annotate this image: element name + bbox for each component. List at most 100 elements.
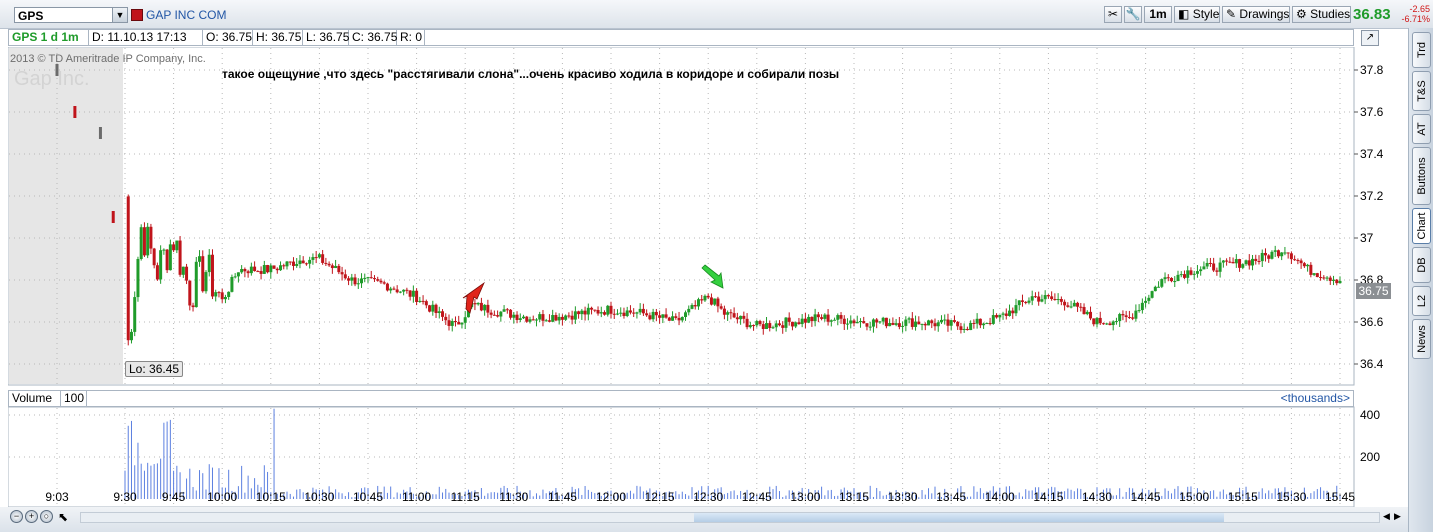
scrollbar-thumb[interactable] <box>694 513 1224 522</box>
style-button[interactable]: ◧ Style <box>1174 6 1220 23</box>
candle-body <box>272 265 276 269</box>
candle-body <box>693 305 697 307</box>
symbol-value[interactable]: GPS <box>18 9 43 23</box>
candle-body <box>256 271 260 273</box>
candle-body <box>285 261 289 267</box>
bottom-bar: − + ○ ⬉ ◀ ▶ <box>0 507 1408 532</box>
side-tab-ts[interactable]: T&S <box>1412 71 1431 111</box>
volume-header: Volume 100 <thousands> <box>8 390 1354 407</box>
tools-icon[interactable]: ✂ <box>1104 6 1122 23</box>
candle-body <box>314 257 318 259</box>
side-tab-at[interactable]: AT <box>1412 114 1431 144</box>
candle-body <box>1053 299 1057 301</box>
candle-body <box>1283 252 1287 254</box>
candle-body <box>716 298 720 307</box>
candle-body <box>496 315 500 317</box>
copyright-text: 2013 © TD Ameritrade IP Company, Inc. <box>10 53 206 65</box>
side-tab-label: Buttons <box>1415 157 1428 195</box>
side-tab-db[interactable]: DB <box>1412 247 1431 283</box>
candle-body <box>337 265 341 273</box>
candle-body <box>1263 252 1267 256</box>
side-tab-chart[interactable]: Chart <box>1412 208 1431 244</box>
zoom-reset-icon[interactable]: ○ <box>40 510 53 523</box>
candle-body <box>606 305 610 315</box>
chart-annotation[interactable]: такое ощещуние ,что здесь "расстягивали … <box>222 67 839 81</box>
candle-body <box>382 282 386 284</box>
drawings-button[interactable]: ✎ Drawings <box>1222 6 1290 23</box>
candle-body <box>188 280 192 306</box>
symbol-input[interactable]: GPS ▼ <box>14 7 128 23</box>
candle-body <box>217 292 221 294</box>
candle-body <box>881 317 885 322</box>
candle-body <box>836 315 840 320</box>
candle-body <box>910 318 914 327</box>
candle-body <box>1306 264 1310 267</box>
scroll-left-icon[interactable]: ◀ <box>1383 511 1390 522</box>
candle-body <box>810 316 814 322</box>
pointer-icon[interactable]: ⬉ <box>58 510 68 524</box>
candle-body <box>330 265 334 269</box>
candle-body <box>408 290 412 297</box>
candle-body <box>1289 253 1293 260</box>
candle-body <box>295 263 299 266</box>
candle-body <box>266 265 270 273</box>
candle-body <box>369 277 373 279</box>
candle-body <box>476 302 480 305</box>
candle-body <box>1101 323 1105 325</box>
price-axis: 37.837.637.437.23736.836.636.4 <box>1354 63 1384 371</box>
candle-body <box>1131 317 1135 319</box>
side-tab-trd[interactable]: Trd <box>1412 32 1431 68</box>
symbol-flag-icon[interactable] <box>131 9 143 21</box>
time-tick-label: 11:30 <box>499 490 528 504</box>
candle-body <box>453 321 457 323</box>
candle-body <box>965 328 969 331</box>
side-tab-buttons[interactable]: Buttons <box>1412 147 1431 205</box>
candle-body <box>149 226 153 249</box>
candle-body <box>1325 277 1329 279</box>
candle-body <box>437 311 441 314</box>
candle-body <box>1024 301 1028 303</box>
price-tick-label: 36.4 <box>1360 357 1384 371</box>
candle-body <box>1063 301 1067 306</box>
chart-area[interactable]: 37.837.637.437.23736.836.636.4 400200 9:… <box>8 47 1408 507</box>
studies-label: Studies <box>1310 7 1351 21</box>
time-tick-label: 13:30 <box>888 490 918 504</box>
candle-body <box>690 305 694 309</box>
candle-body <box>1020 300 1024 302</box>
price-panel <box>8 47 1355 386</box>
candle-body <box>969 323 973 331</box>
volume-label[interactable]: Volume <box>9 391 61 406</box>
interval-button[interactable]: 1m <box>1144 6 1172 23</box>
candle-body <box>1299 260 1303 264</box>
price-tick-label: 37.4 <box>1360 147 1384 161</box>
side-tab-news[interactable]: News <box>1412 319 1431 359</box>
low-readout: L: 36.75 <box>303 30 349 45</box>
candle-body <box>632 312 636 314</box>
wrench-icon[interactable]: 🔧 <box>1124 6 1142 23</box>
candle-body <box>463 317 467 323</box>
candle-body <box>282 265 286 267</box>
candle-body <box>654 311 658 316</box>
zoom-out-icon[interactable]: − <box>10 510 23 523</box>
candle-body <box>389 288 393 291</box>
zoom-in-icon[interactable]: + <box>25 510 38 523</box>
candle-body <box>583 310 587 315</box>
candle-body <box>1286 252 1290 254</box>
candle-body <box>1140 302 1144 311</box>
studies-button[interactable]: ⚙ Studies <box>1292 6 1351 23</box>
candle-body <box>214 292 218 297</box>
scroll-right-icon[interactable]: ▶ <box>1394 511 1401 522</box>
time-scrollbar[interactable] <box>80 512 1380 523</box>
candle-body <box>982 323 986 326</box>
candle-body <box>891 322 895 325</box>
candle-body <box>210 254 214 297</box>
candle-body <box>868 326 872 328</box>
chart-id-label[interactable]: GPS 1 d 1m <box>9 30 89 45</box>
chart-settings-icon[interactable]: ↗ <box>1361 30 1379 46</box>
side-tab-l2[interactable]: L2 <box>1412 286 1431 316</box>
candle-body <box>366 277 370 279</box>
symbol-dropdown-icon[interactable]: ▼ <box>112 8 127 22</box>
candle-body <box>593 309 597 311</box>
candle-body <box>978 318 982 326</box>
candle-body <box>920 323 924 325</box>
